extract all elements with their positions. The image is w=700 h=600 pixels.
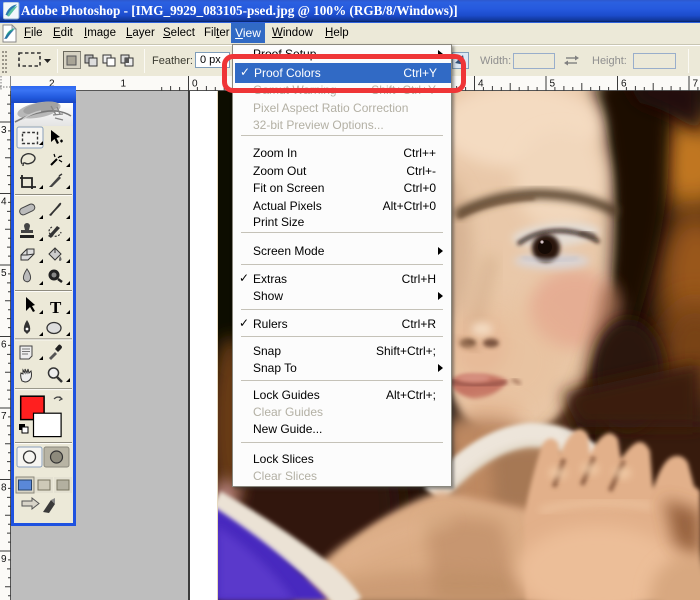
svg-text:5: 5 (550, 79, 556, 90)
svg-text:8: 8 (1, 483, 7, 494)
svg-text:5: 5 (1, 268, 7, 279)
svg-text:4: 4 (1, 197, 7, 208)
svg-text:9: 9 (1, 554, 7, 565)
svg-text:7: 7 (1, 411, 7, 422)
svg-text:1: 1 (121, 79, 127, 90)
svg-text:T: T (50, 298, 62, 317)
svg-text:3: 3 (1, 125, 7, 136)
svg-text:6: 6 (1, 340, 7, 351)
svg-text:0: 0 (192, 79, 198, 90)
svg-text:7: 7 (693, 79, 699, 90)
svg-text:4: 4 (478, 79, 484, 90)
svg-text:6: 6 (621, 79, 627, 90)
